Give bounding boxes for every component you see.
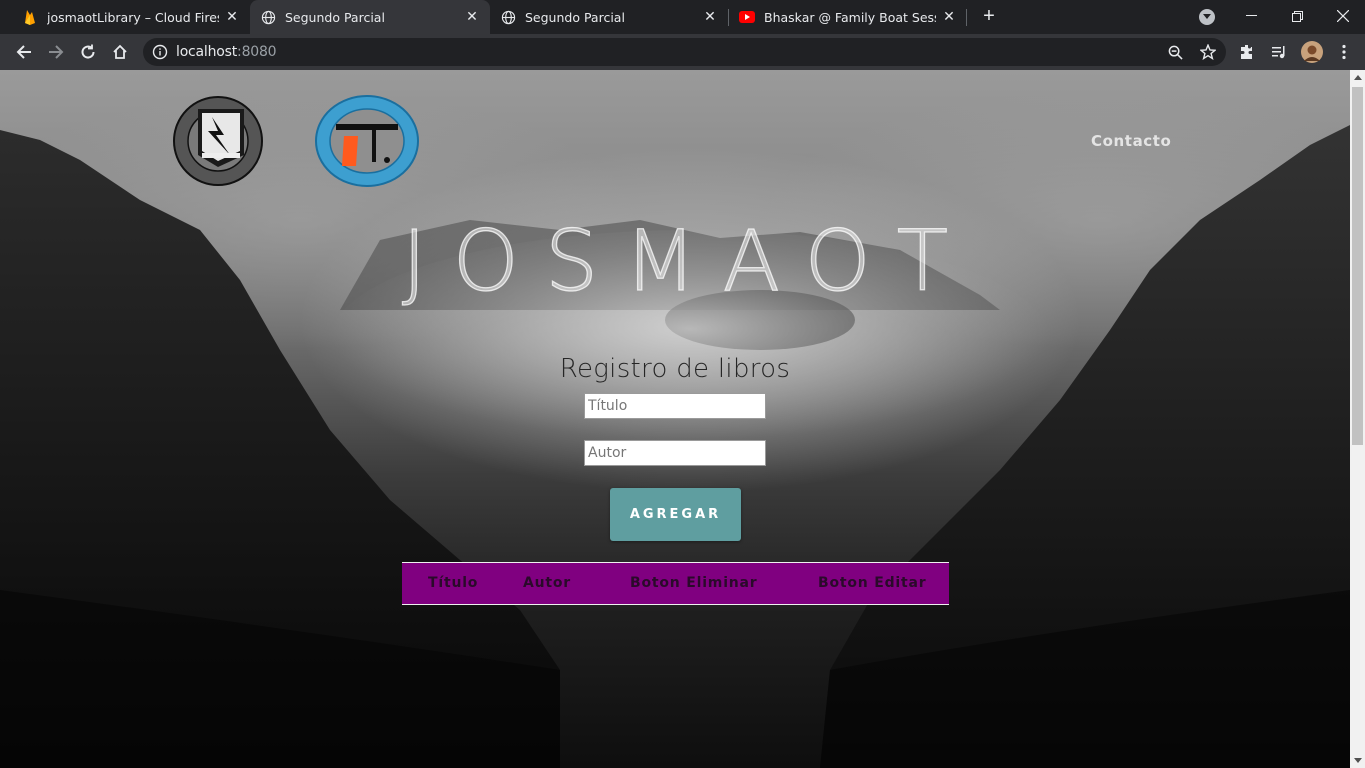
column-header-title: Título <box>428 575 479 591</box>
minimize-icon[interactable] <box>1228 0 1274 32</box>
tab-segundo-parcial-active[interactable]: Segundo Parcial ✕ <box>250 0 490 34</box>
address-bar[interactable]: localhost:8080 <box>143 38 1226 66</box>
media-control-icon[interactable] <box>1268 41 1290 63</box>
new-tab-icon[interactable]: + <box>978 6 1000 28</box>
profile-avatar[interactable] <box>1301 41 1323 63</box>
book-title-input[interactable] <box>584 393 766 419</box>
tab-separator <box>966 9 967 26</box>
restore-icon[interactable] <box>1274 0 1320 32</box>
scroll-down-arrow-icon[interactable] <box>1354 758 1362 763</box>
column-header-edit: Boton Editar <box>818 575 927 591</box>
page-viewport: Contacto JOSMAOT Registro de libros AGRE… <box>0 70 1365 768</box>
scroll-up-arrow-icon[interactable] <box>1354 75 1362 80</box>
scrollbar-thumb[interactable] <box>1352 87 1363 445</box>
tab-strip: josmaotLibrary – Cloud Firestore ✕ Segun… <box>0 0 1365 34</box>
book-author-input[interactable] <box>584 440 766 466</box>
close-window-icon[interactable] <box>1320 0 1365 32</box>
forward-icon[interactable] <box>45 41 67 63</box>
url-text: localhost:8080 <box>176 44 277 60</box>
close-tab-icon[interactable]: ✕ <box>941 9 957 25</box>
page-scrollbar[interactable] <box>1350 70 1365 768</box>
books-table-header: Título Autor Boton Eliminar Boton Editar <box>402 562 949 605</box>
tab-segundo-parcial[interactable]: Segundo Parcial ✕ <box>490 0 728 34</box>
column-header-delete: Boton Eliminar <box>630 575 758 591</box>
tab-title: josmaotLibrary – Cloud Firestore <box>47 9 219 25</box>
tab-title: Bhaskar @ Family Boat Session - <box>764 9 936 25</box>
url-port: :8080 <box>237 44 277 60</box>
nav-contact-link[interactable]: Contacto <box>1091 132 1171 150</box>
add-book-button[interactable]: AGREGAR <box>610 488 741 541</box>
close-tab-icon[interactable]: ✕ <box>702 9 718 25</box>
tab-search-icon[interactable] <box>1199 9 1215 25</box>
youtube-icon <box>739 9 755 25</box>
firebase-icon <box>22 9 38 25</box>
home-icon[interactable] <box>109 41 131 63</box>
globe-icon <box>500 9 516 25</box>
browser-menu-icon[interactable] <box>1333 41 1355 63</box>
reload-icon[interactable] <box>77 41 99 63</box>
engineering-faculty-logo <box>314 94 420 188</box>
column-header-author: Autor <box>523 575 572 591</box>
extensions-icon[interactable] <box>1236 41 1258 63</box>
tab-youtube[interactable]: Bhaskar @ Family Boat Session - ✕ <box>729 0 967 34</box>
brand-title: JOSMAOT <box>401 211 975 310</box>
globe-icon <box>260 9 276 25</box>
tab-title: Segundo Parcial <box>525 9 625 25</box>
tab-firestore[interactable]: josmaotLibrary – Cloud Firestore ✕ <box>12 0 250 34</box>
university-seal-logo <box>172 95 264 187</box>
browser-toolbar: localhost:8080 <box>0 34 1365 70</box>
site-info-icon[interactable] <box>152 44 168 60</box>
form-title: Registro de libros <box>559 354 791 384</box>
url-host: localhost <box>176 44 238 60</box>
back-icon[interactable] <box>13 41 35 63</box>
zoom-icon[interactable] <box>1164 41 1186 63</box>
close-tab-icon[interactable]: ✕ <box>224 9 240 25</box>
close-tab-icon[interactable]: ✕ <box>464 9 480 25</box>
bookmark-star-icon[interactable] <box>1197 41 1219 63</box>
tab-title: Segundo Parcial <box>285 9 385 25</box>
